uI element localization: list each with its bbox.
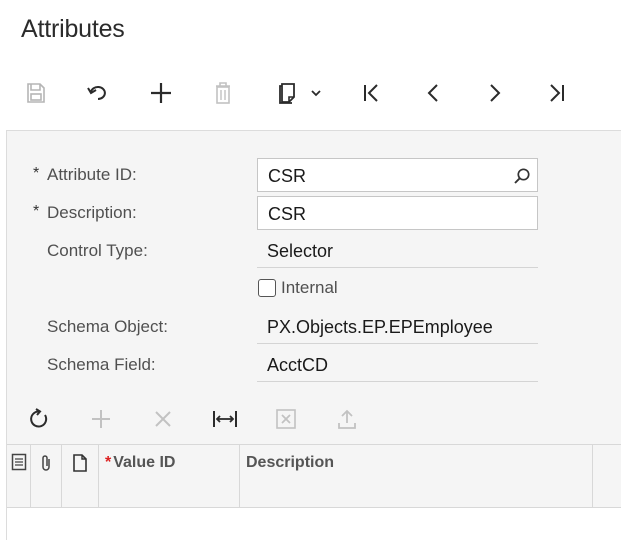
schema-object-field: PX.Objects.EP.EPEmployee — [257, 310, 538, 344]
schema-object-value: PX.Objects.EP.EPEmployee — [267, 317, 493, 337]
previous-icon — [422, 82, 444, 104]
grid-column-value-id[interactable]: * Value ID — [99, 445, 240, 507]
save-icon — [26, 82, 46, 104]
control-type-field: Selector — [257, 234, 538, 268]
first-record-button[interactable] — [356, 70, 386, 116]
add-row-icon — [90, 408, 112, 435]
first-record-icon — [360, 82, 382, 104]
required-marker: * — [33, 203, 40, 220]
grid-column-description[interactable]: Description — [240, 445, 593, 507]
trash-icon — [213, 81, 233, 105]
upload-icon — [336, 408, 358, 435]
control-type-row: Control Type: Selector — [7, 234, 621, 268]
chevron-down-icon — [310, 88, 322, 98]
description-row: * Description: CSR — [7, 196, 621, 230]
description-header: Description — [246, 454, 335, 471]
required-marker: * — [33, 165, 40, 182]
last-record-icon — [546, 82, 568, 104]
save-button[interactable] — [22, 70, 50, 116]
schema-field-row: Schema Field: AcctCD — [7, 348, 621, 382]
main-toolbar — [0, 70, 621, 116]
undo-icon — [87, 83, 111, 103]
fit-columns-icon — [212, 409, 238, 434]
clipboard-menu-button[interactable] — [270, 70, 328, 116]
description-field[interactable]: CSR — [257, 196, 538, 230]
last-record-button[interactable] — [542, 70, 572, 116]
grid-column-files[interactable] — [62, 445, 99, 507]
grid-body — [7, 508, 621, 540]
required-marker: * — [105, 454, 112, 471]
page-title: Attributes — [21, 15, 125, 43]
notes-icon — [11, 453, 27, 476]
delete-row-button[interactable] — [149, 401, 177, 441]
control-type-label: Control Type: — [47, 241, 148, 260]
add-button[interactable] — [146, 70, 176, 116]
control-type-value: Selector — [267, 241, 334, 261]
form-area: * Attribute ID: CSR * Description: CSR C… — [6, 130, 621, 540]
schema-field-label: Schema Field: — [47, 355, 156, 374]
description-label: Description: — [47, 203, 137, 222]
next-button[interactable] — [480, 70, 510, 116]
export-excel-icon — [275, 408, 297, 435]
search-icon[interactable] — [513, 167, 531, 190]
internal-checkbox[interactable] — [258, 279, 276, 297]
attribute-id-field[interactable]: CSR — [257, 158, 538, 192]
undo-button[interactable] — [84, 70, 114, 116]
fit-columns-button[interactable] — [210, 401, 240, 441]
refresh-icon — [28, 407, 50, 435]
attribute-id-value: CSR — [268, 166, 307, 186]
value-id-header: Value ID — [113, 454, 176, 471]
paperclip-icon — [39, 453, 53, 478]
next-icon — [484, 82, 506, 104]
schema-field-field: AcctCD — [257, 348, 538, 382]
description-value: CSR — [268, 204, 307, 224]
clipboard-icon — [276, 81, 300, 105]
plus-icon — [149, 81, 173, 105]
previous-button[interactable] — [418, 70, 448, 116]
attribute-id-label: Attribute ID: — [47, 165, 137, 184]
file-icon — [72, 453, 88, 478]
attribute-id-row: * Attribute ID: CSR — [7, 158, 621, 192]
grid-header: * Value ID Description — [7, 444, 621, 508]
refresh-button[interactable] — [25, 401, 53, 441]
schema-field-value: AcctCD — [267, 355, 329, 375]
grid-column-note[interactable] — [7, 445, 31, 507]
delete-button[interactable] — [208, 70, 238, 116]
schema-object-row: Schema Object: PX.Objects.EP.EPEmployee — [7, 310, 621, 344]
internal-label[interactable]: Internal — [281, 278, 338, 298]
add-row-button[interactable] — [87, 401, 115, 441]
grid-toolbar — [7, 401, 621, 441]
grid-column-attachments[interactable] — [31, 445, 62, 507]
delete-row-icon — [153, 409, 173, 434]
schema-object-label: Schema Object: — [47, 317, 168, 336]
upload-button[interactable] — [333, 401, 361, 441]
export-excel-button[interactable] — [272, 401, 300, 441]
